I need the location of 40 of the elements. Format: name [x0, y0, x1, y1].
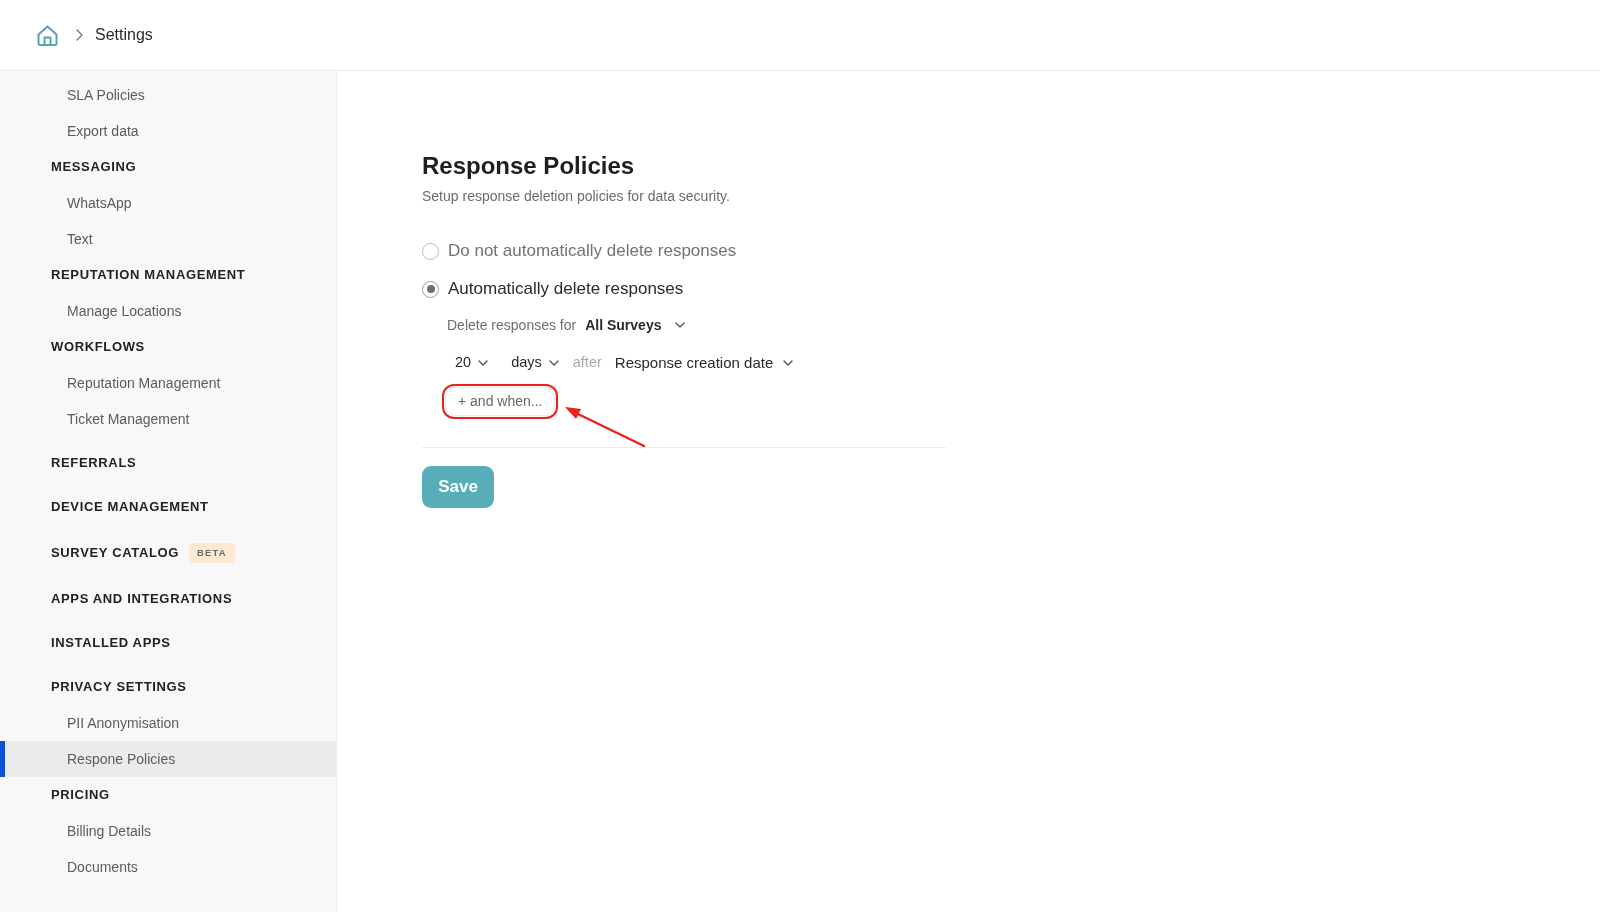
caret-icon	[783, 360, 794, 366]
sidebar-section-title: APPS AND INTEGRATIONS	[51, 590, 233, 609]
caret-icon	[548, 360, 559, 366]
sidebar-item[interactable]: Documents	[0, 849, 336, 885]
caret-icon	[478, 360, 489, 366]
unit-dropdown[interactable]: days	[511, 349, 559, 377]
sidebar-section-title: REFERRALS	[51, 454, 137, 473]
sidebar-item[interactable]: Ticket Management	[0, 401, 336, 437]
sidebar-item[interactable]: Export data	[0, 113, 336, 149]
sidebar-section-title: DEVICE MANAGEMENT	[51, 498, 209, 517]
breadcrumb-current: Settings	[95, 25, 153, 45]
survey-dropdown[interactable]: All Surveys	[585, 314, 686, 336]
sidebar-section-title: MESSAGING	[51, 158, 137, 177]
sidebar-item[interactable]: Reputation Management	[0, 365, 336, 401]
sidebar-section-title: PRICING	[51, 786, 110, 805]
home-icon[interactable]	[36, 23, 59, 47]
sidebar-item[interactable]: Respone Policies	[0, 741, 336, 777]
page-title: Response Policies	[422, 151, 635, 181]
reference-dropdown[interactable]: Response creation date	[614, 349, 794, 377]
sidebar-section-title: PRIVACY SETTINGS	[51, 678, 187, 697]
sidebar-section-title: SURVEY CATALOG	[51, 544, 180, 563]
sidebar-item[interactable]: PII Anonymisation	[0, 705, 336, 741]
sidebar-item[interactable]: Text	[0, 221, 336, 257]
amount-dropdown[interactable]: 20	[447, 349, 497, 377]
beta-badge: BETA	[189, 542, 235, 564]
radio-option[interactable]: Do not automatically delete responses	[422, 237, 737, 265]
sidebar-item[interactable]: WhatsApp	[0, 185, 336, 221]
sidebar-section-title: INSTALLED APPS	[51, 634, 171, 653]
connector-text: after	[572, 353, 602, 373]
sidebar-item[interactable]: SLA Policies	[0, 77, 336, 113]
scope-label: Delete responses for	[447, 315, 577, 335]
add-condition-button[interactable]: + and when...	[446, 388, 555, 415]
sidebar-item[interactable]: Billing Details	[0, 813, 336, 849]
sidebar-section-title: WORKFLOWS	[51, 338, 145, 357]
caret-icon	[675, 322, 686, 328]
sidebar-item[interactable]: Manage Locations	[0, 293, 336, 329]
sidebar-section-title: REPUTATION MANAGEMENT	[51, 266, 246, 285]
page-subtitle: Setup response deletion policies for data security.	[422, 187, 730, 206]
radio-option[interactable]: Automatically delete responses	[422, 275, 684, 303]
chevron-right-icon	[76, 29, 83, 41]
